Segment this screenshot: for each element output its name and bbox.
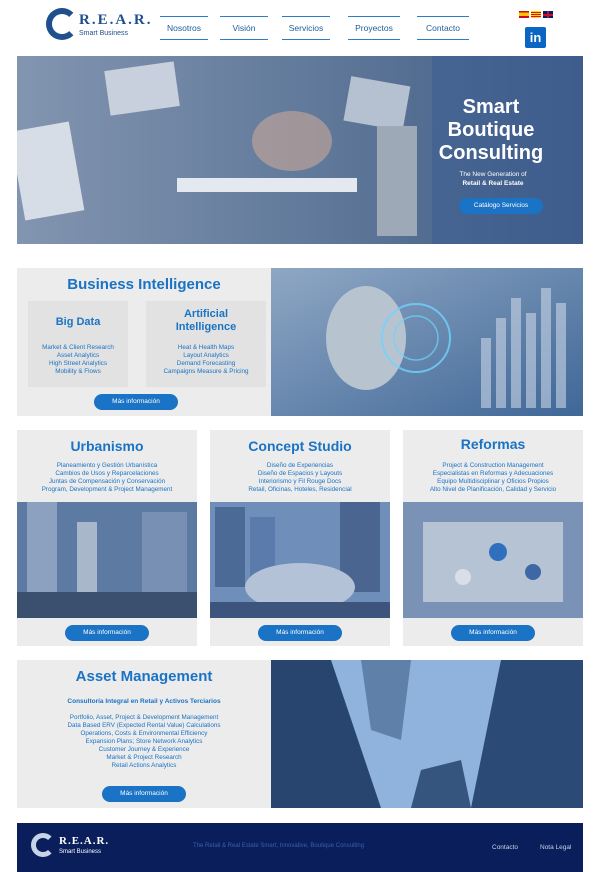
list-item: Demand Forecasting: [176, 360, 236, 367]
list-item: Campaigns Measure & Pricing: [163, 368, 249, 375]
bi-more-info-button[interactable]: Más información: [94, 394, 178, 410]
urbanismo-more-info-button[interactable]: Más información: [65, 625, 149, 641]
hero-banner: Smart Boutique Consulting The New Genera…: [17, 56, 583, 244]
nav-servicios[interactable]: Servicios: [282, 16, 330, 40]
hero-title-line: Boutique: [447, 119, 535, 141]
footer-link-nota-legal[interactable]: Nota Legal: [540, 844, 571, 851]
reformas-title: Reformas: [460, 436, 526, 452]
concept-studio-list: Diseño de Experiencias Diseño de Espacio…: [210, 462, 390, 494]
hero-title: Smart Boutique Consulting: [421, 96, 561, 165]
big-data-card: Big Data Market & Client Research Asset …: [28, 301, 128, 387]
list-item: Market & Project Research: [106, 754, 182, 761]
nav-nosotros[interactable]: Nosotros: [160, 16, 208, 40]
ai-title-line: Intelligence: [175, 321, 237, 333]
reformas-construction-image: [403, 502, 583, 618]
logo-title: R.E.A.R.: [79, 12, 153, 28]
concept-studio-bean-image: [210, 502, 390, 618]
ai-title: Artificial Intelligence: [146, 308, 266, 334]
footer: R.E.A.R. Smart Business The Retail & Rea…: [17, 823, 583, 872]
list-item: Mobility & Flows: [55, 368, 101, 375]
urbanismo-street-image: [17, 502, 197, 618]
list-item: Data Based ERV (Expected Rental Value) C…: [67, 722, 221, 729]
english-flag-icon[interactable]: [543, 11, 553, 18]
footer-link-contacto[interactable]: Contacto: [492, 844, 518, 851]
ai-title-line: Artificial: [183, 308, 228, 320]
urbanismo-title: Urbanismo: [70, 438, 144, 454]
bi-title: Business Intelligence: [67, 276, 221, 293]
list-item: Retail Actions Analytics: [111, 762, 177, 769]
nav-vision[interactable]: Visión: [220, 16, 268, 40]
footer-logo-title: R.E.A.R.: [59, 835, 110, 847]
list-item: Alto Nivel de Planificación, Calidad y S…: [429, 486, 557, 493]
ai-list: Heat & Health Maps Layout Analytics Dema…: [146, 344, 266, 376]
list-item: Layout Analytics: [183, 352, 229, 359]
list-item: Operations, Costs & Environmental Effici…: [80, 730, 208, 737]
list-item: Interiorismo y Fil Rouge Docs: [258, 478, 342, 485]
footer-tagline: The Retail & Real Estate Smart, Innovati…: [193, 843, 365, 849]
concept-studio-card: Concept Studio Diseño de Experiencias Di…: [210, 430, 390, 646]
urbanismo-list: Planeamiento y Gestión Urbanística Cambi…: [17, 462, 197, 494]
asset-subtitle: Consultoría Integral en Retail y Activos…: [67, 698, 221, 705]
asset-management-panel: Asset Management Consultoría Integral en…: [17, 660, 271, 808]
asset-list: Portfolio, Asset, Project & Development …: [17, 714, 271, 770]
skyscrapers-image: [271, 660, 583, 808]
hero-title-line: Smart: [462, 96, 520, 118]
nav-contacto[interactable]: Contacto: [417, 16, 469, 40]
big-data-title: Big Data: [55, 316, 101, 328]
urbanismo-card: Urbanismo Planeamiento y Gestión Urbanís…: [17, 430, 197, 646]
list-item: Especialistas en Reformas y Adecuaciones: [432, 470, 554, 477]
nav-proyectos[interactable]: Proyectos: [348, 16, 400, 40]
ai-card: Artificial Intelligence Heat & Health Ma…: [146, 301, 266, 387]
list-item: Retail, Oficinas, Hoteles, Residencial: [248, 486, 352, 493]
list-item: Planeamiento y Gestión Urbanística: [56, 462, 158, 469]
reformas-more-info-button[interactable]: Más información: [451, 625, 535, 641]
list-item: Diseño de Espacios y Layouts: [257, 470, 343, 477]
concept-studio-more-info-button[interactable]: Más información: [258, 625, 342, 641]
list-item: Portfolio, Asset, Project & Development …: [69, 714, 219, 721]
spanish-flag-icon[interactable]: [519, 11, 529, 18]
logo[interactable]: R.E.A.R. Smart Business: [46, 8, 151, 44]
asset-more-info-button[interactable]: Más información: [102, 786, 186, 802]
list-item: High Street Analytics: [48, 360, 108, 367]
list-item: Diseño de Experiencias: [266, 462, 334, 469]
list-item: Program, Development & Project Managemen…: [41, 486, 173, 493]
reformas-list: Project & Construction Management Especi…: [403, 462, 583, 494]
ai-robot-image: [271, 268, 583, 416]
hero-title-line: Consulting: [438, 142, 544, 164]
hero-subtitle-line: The New Generation of: [459, 171, 527, 178]
asset-title: Asset Management: [75, 668, 213, 685]
big-data-list: Market & Client Research Asset Analytics…: [28, 344, 128, 376]
footer-logo-subtitle: Smart Business: [59, 849, 102, 855]
linkedin-icon[interactable]: in: [525, 27, 546, 48]
bi-panel: Business Intelligence Big Data Market & …: [17, 268, 271, 416]
catalan-flag-icon[interactable]: [531, 11, 541, 18]
hero-subtitle-line: Retail & Real Estate: [462, 180, 524, 187]
list-item: Juntas de Compensación y Conservación: [48, 478, 166, 485]
language-selector: [519, 11, 553, 18]
list-item: Cambios de Usos y Reparcelaciones: [55, 470, 159, 477]
logo-subtitle: Smart Business: [79, 30, 129, 37]
list-item: Asset Analytics: [56, 352, 100, 359]
reformas-card: Reformas Project & Construction Manageme…: [403, 430, 583, 646]
logo-c-icon: [46, 8, 78, 40]
hero-subtitle: The New Generation of Retail & Real Esta…: [443, 170, 543, 188]
list-item: Market & Client Research: [42, 344, 114, 351]
concept-studio-title: Concept Studio: [248, 438, 352, 454]
list-item: Customer Journey & Experience: [98, 746, 190, 753]
catalog-button[interactable]: Catálogo Servicios: [459, 198, 543, 214]
footer-logo-c-icon: [31, 833, 55, 857]
list-item: Project & Construction Management: [442, 462, 544, 469]
list-item: Expansion Plans; Store Network Analytics: [85, 738, 203, 745]
list-item: Heat & Health Maps: [177, 344, 235, 351]
list-item: Equipo Multidisciplinar y Oficios Propio…: [437, 478, 549, 485]
